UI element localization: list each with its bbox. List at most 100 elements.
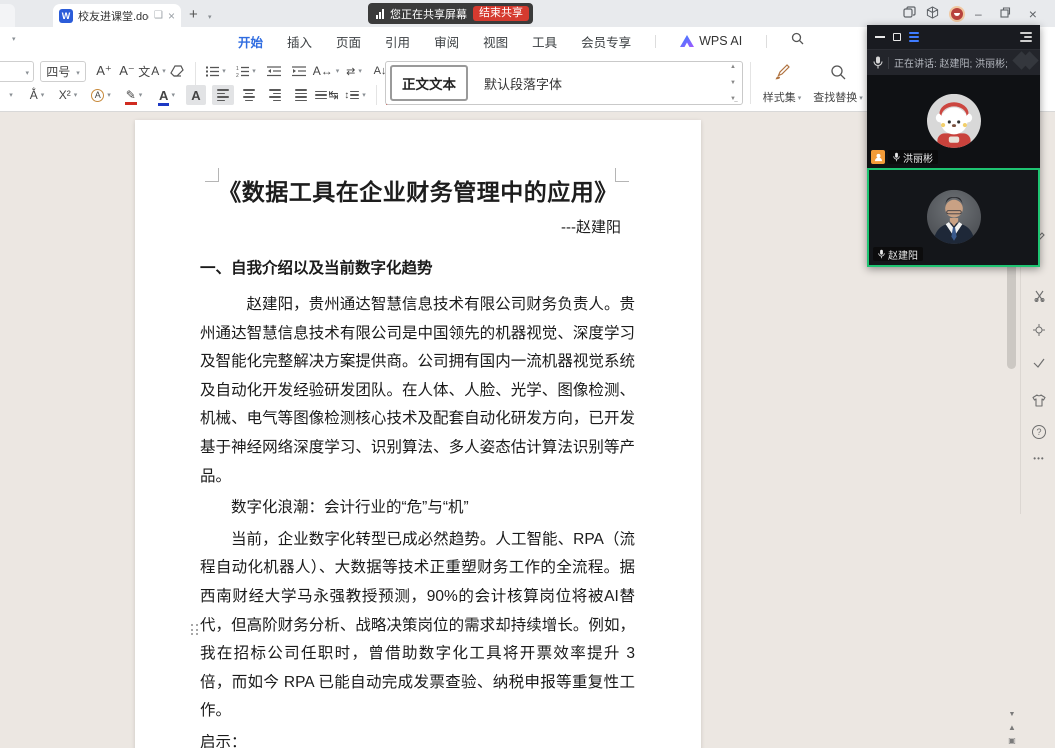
ribbon-separator (750, 62, 751, 104)
style-scroll-up-icon[interactable]: ▲ (730, 64, 736, 70)
meeting-minimize-icon[interactable] (875, 36, 885, 38)
scroll-down-icon[interactable]: ▼ (1004, 708, 1020, 721)
speaking-status-text: 正在讲话: 赵建阳; 洪丽彬; (894, 55, 1008, 70)
cube-apps-icon[interactable] (926, 6, 939, 22)
skin-center-icon[interactable] (1030, 394, 1048, 410)
quick-access-dropdown[interactable] (10, 34, 16, 44)
style-current[interactable]: 正文文本 (390, 65, 468, 101)
right-side-rail: ? ••• (1020, 224, 1055, 514)
titlebar-tools (903, 0, 965, 27)
paragraph[interactable]: 数字化浪潮：会计行业的“危”与“机” (200, 494, 635, 523)
menu-view[interactable]: 视图 (483, 32, 508, 51)
participant-tile-hong-libin[interactable]: 洪丽彬 (867, 75, 1040, 168)
share-banner-text: 您正在共享屏幕 (390, 6, 467, 22)
meeting-collapse-panel-icon[interactable] (1020, 32, 1032, 42)
find-replace-button[interactable]: 查找替换 (812, 61, 864, 107)
new-tab-button[interactable]: + (189, 6, 198, 23)
find-replace-magnifier-icon (830, 64, 846, 80)
paragraph-drag-handle[interactable] (191, 624, 200, 638)
style-scroll-down-icon[interactable]: ▼ (730, 80, 736, 86)
menu-search-icon[interactable] (791, 32, 804, 50)
next-page-icon[interactable]: ▣ (1004, 734, 1020, 747)
menu-tools[interactable]: 工具 (532, 32, 557, 51)
font-size-value: 四号 (46, 63, 70, 80)
previous-page-icon[interactable]: ▲ (1004, 721, 1020, 734)
align-right-icon[interactable] (264, 85, 286, 105)
font-name-combo[interactable] (0, 61, 34, 82)
clear-format-icon[interactable] (168, 61, 186, 81)
end-share-button[interactable]: 结束共享 (473, 6, 529, 21)
style-gallery-expand-icon[interactable]: ▼̲ (730, 96, 736, 102)
workspace-boards-icon[interactable] (903, 6, 916, 22)
help-icon[interactable]: ? (1030, 424, 1048, 439)
menu-insert[interactable]: 插入 (287, 32, 312, 51)
font-size-combo[interactable]: 四号 (40, 61, 86, 82)
menu-divider (766, 35, 767, 48)
line-spacing-icon[interactable]: ↕ (342, 85, 368, 105)
decrease-indent-icon[interactable] (263, 61, 285, 81)
meeting-layout-list-icon[interactable] (909, 32, 919, 42)
rail-check-icon[interactable] (1030, 357, 1048, 371)
menu-reference[interactable]: 引用 (385, 32, 410, 51)
participant-tile-zhao-jianyang[interactable]: 赵建阳 (867, 168, 1040, 267)
menu-review[interactable]: 审阅 (434, 32, 459, 51)
menu-items: 开始 插入 页面 引用 审阅 视图 工具 会员专享 WPS AI (238, 27, 804, 55)
menu-home[interactable]: 开始 (238, 32, 263, 51)
svg-text:2: 2 (236, 73, 239, 77)
meeting-panel[interactable]: 正在讲话: 赵建阳; 洪丽彬; 洪丽彬 (867, 25, 1040, 267)
tab-preview-icon[interactable]: ❑ (154, 10, 163, 21)
document-body[interactable]: 赵建阳，贵州通达智慧信息技术有限公司财务负责人。贵州通达智慧信息技术有限公司是中… (200, 291, 635, 748)
justify-icon[interactable] (290, 85, 312, 105)
char-shading-icon[interactable]: A (186, 85, 206, 105)
superscript-icon[interactable]: X² (54, 85, 82, 105)
document-tab[interactable]: W 校友进课堂.docx ❑ × (53, 4, 181, 27)
participant-name: 赵建阳 (888, 247, 918, 262)
window-titlebar: W 校友进课堂.docx ❑ × + 您正在共享屏幕 结束共享 – × (0, 0, 1055, 27)
paragraph[interactable]: 赵建阳，贵州通达智慧信息技术有限公司财务负责人。贵州通达智慧信息技术有限公司是中… (200, 291, 635, 491)
increase-indent-icon[interactable] (288, 61, 310, 81)
text-direction-icon[interactable]: A↔ (313, 61, 339, 81)
font-color-icon[interactable]: A (153, 85, 181, 105)
window-close-icon[interactable]: × (1029, 6, 1037, 22)
style-set-button[interactable]: 样式集 (756, 61, 808, 107)
style-gallery[interactable]: 正文文本 默认段落字体 ▲ ▼ ▼̲ (385, 61, 743, 105)
rail-target-icon[interactable] (1030, 324, 1048, 339)
increase-font-icon[interactable]: A⁺ (94, 61, 114, 81)
document-heading[interactable]: 一、自我介绍以及当前数字化趋势 (200, 257, 636, 281)
tab-list-dropdown[interactable] (206, 8, 212, 23)
menu-page[interactable]: 页面 (336, 32, 361, 51)
distribute-icon[interactable]: ↹ (316, 85, 338, 105)
rail-clip-icon[interactable] (1030, 290, 1048, 305)
mic-icon (873, 56, 883, 69)
wrap-settings-icon[interactable]: ⇄ (342, 61, 366, 81)
menu-wps-ai[interactable]: WPS AI (680, 34, 742, 48)
meeting-maximize-icon[interactable] (893, 33, 901, 41)
tab-close-icon[interactable]: × (168, 9, 175, 23)
window-restore-icon[interactable] (1000, 7, 1011, 21)
misc-format-icon[interactable] (2, 85, 18, 105)
enclosed-char-icon[interactable]: A (88, 85, 114, 105)
style-gallery-scroll[interactable]: ▲ ▼ ▼̲ (727, 64, 739, 102)
paragraph[interactable]: 启示： (200, 729, 635, 748)
more-tools-icon[interactable]: ••• (1030, 454, 1048, 463)
user-avatar[interactable] (949, 6, 965, 22)
bullet-list-icon[interactable] (203, 61, 229, 81)
document-page[interactable]: 《数据工具在企业财务管理中的应用》 ---赵建阳 一、自我介绍以及当前数字化趋势… (135, 120, 701, 748)
highlight-color-icon[interactable]: ✎ (120, 85, 148, 105)
window-minimize-icon[interactable]: – (975, 7, 982, 21)
mic-icon (893, 152, 900, 162)
decrease-font-icon[interactable]: A⁻ (117, 61, 137, 81)
numbered-list-icon[interactable]: 12 (233, 61, 259, 81)
change-case-icon[interactable]: 文A (140, 61, 164, 81)
wps-writer-icon: W (59, 9, 73, 23)
photo-avatar (927, 189, 981, 243)
align-center-icon[interactable] (238, 85, 260, 105)
margin-crop-mark (205, 168, 219, 182)
style-default-font[interactable]: 默认段落字体 (484, 74, 562, 93)
phonetic-guide-icon[interactable]: A̐ (24, 85, 50, 105)
status-divider (888, 57, 889, 69)
document-author[interactable]: ---赵建阳 (135, 216, 701, 237)
menu-membership[interactable]: 会员专享 (581, 32, 631, 51)
align-left-icon[interactable] (212, 85, 234, 105)
paragraph[interactable]: 当前，企业数字化转型已成必然趋势。人工智能、RPA（流程自动化机器人）、大数据等… (200, 526, 635, 726)
